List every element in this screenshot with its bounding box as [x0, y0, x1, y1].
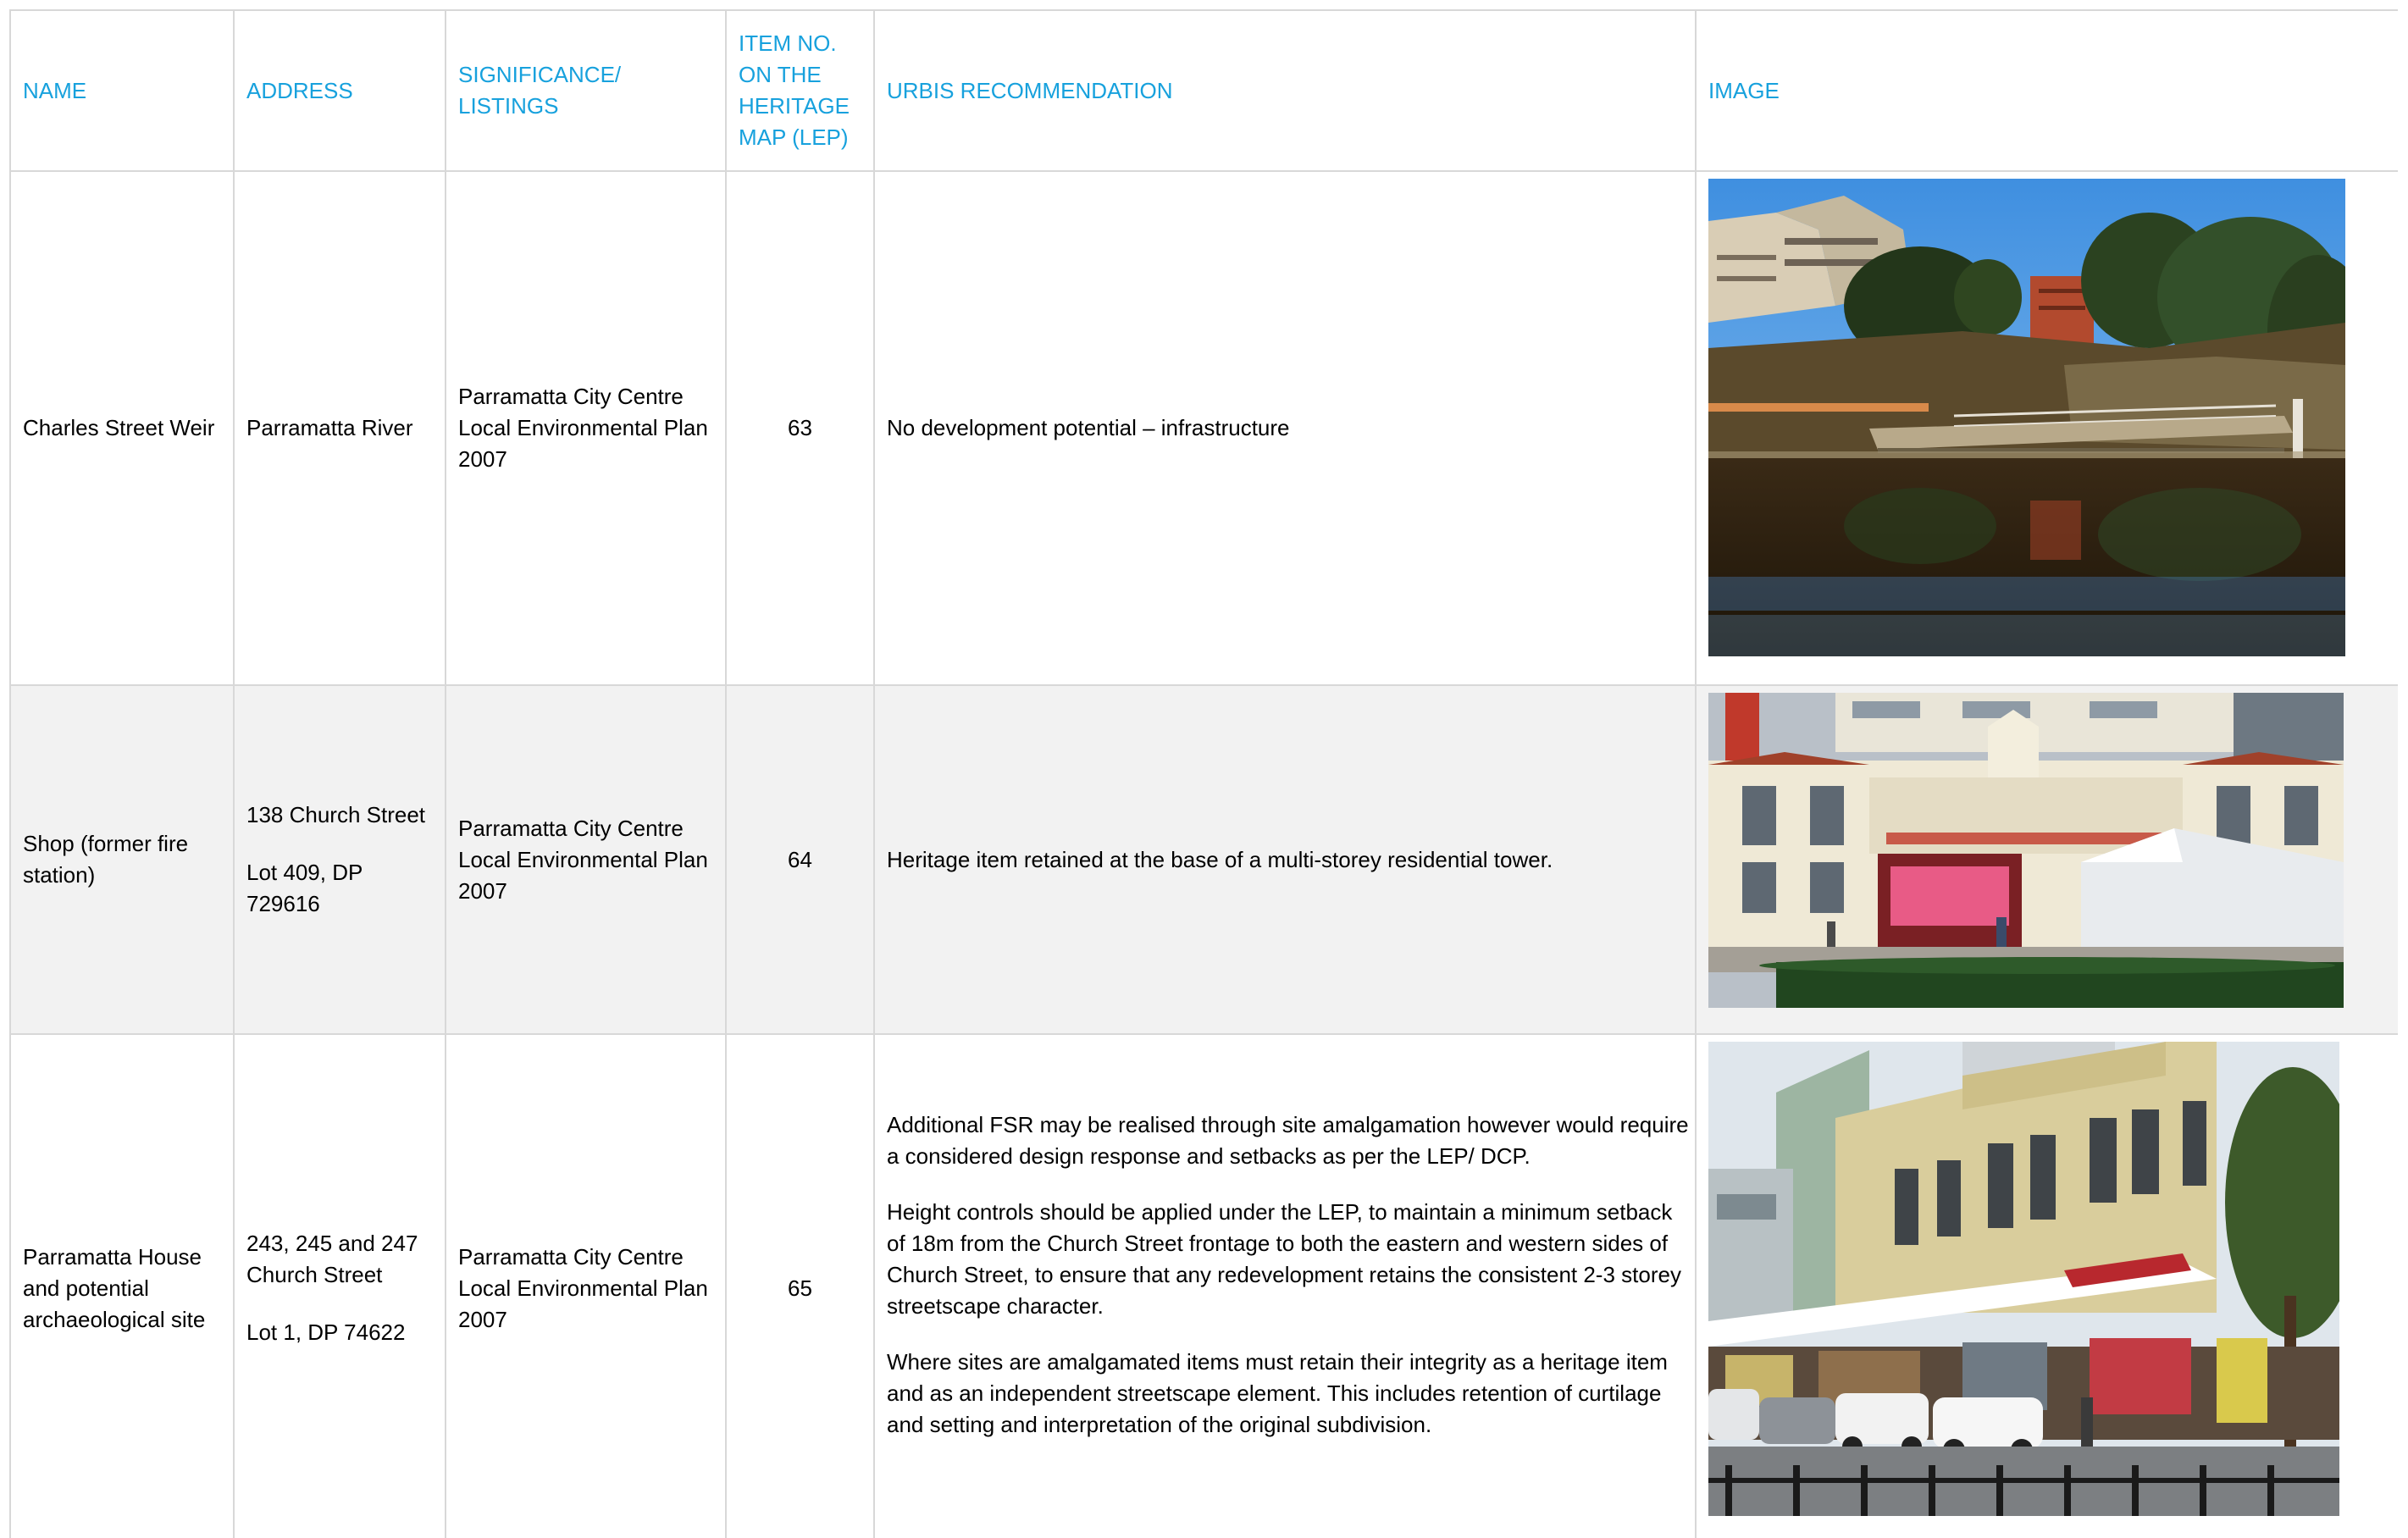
- item-number: 65: [725, 1033, 875, 1538]
- item-recommendation: Heritage item retained at the base of a …: [873, 684, 1697, 1035]
- address-street: 138 Church Street: [246, 802, 426, 827]
- item-number: 64: [725, 684, 875, 1035]
- fire-station-image: [1708, 693, 2344, 1008]
- item-address: Parramatta River: [233, 170, 446, 686]
- item-image-cell: [1695, 1033, 2398, 1538]
- shopfronts-image: [1708, 1042, 2339, 1516]
- table-row: Shop (former fire station) 138 Church St…: [9, 684, 2398, 1035]
- recommendation-paragraph: Additional FSR may be realised through s…: [887, 1112, 1689, 1169]
- header-image: IMAGE: [1695, 9, 2398, 172]
- header-address: ADDRESS: [233, 9, 446, 172]
- address-street: 243, 245 and 247 Church Street: [246, 1231, 418, 1287]
- address-lot: Lot 409, DP 729616: [246, 860, 363, 916]
- header-item-no: ITEM NO. ON THE HERITAGE MAP (LEP): [725, 9, 875, 172]
- header-significance: SIGNIFICANCE/ LISTINGS: [445, 9, 727, 172]
- item-number: 63: [725, 170, 875, 686]
- item-recommendation: Additional FSR may be realised through s…: [873, 1033, 1697, 1538]
- recommendation-paragraph: Height controls should be applied under …: [887, 1199, 1681, 1319]
- table-header-row: NAME ADDRESS SIGNIFICANCE/ LISTINGS ITEM…: [9, 9, 2398, 172]
- former-fire-station-photo: [1708, 693, 2386, 1008]
- item-image-cell: [1695, 684, 2398, 1035]
- table-row: Charles Street Weir Parramatta River Par…: [9, 170, 2398, 686]
- item-image-cell: [1695, 170, 2398, 686]
- item-significance: Parramatta City Centre Local Environment…: [445, 1033, 727, 1538]
- item-address: 243, 245 and 247 Church Street Lot 1, DP…: [233, 1033, 446, 1538]
- recommendation-paragraph: No development potential – infrastructur…: [887, 415, 1290, 440]
- header-recommendation: URBIS RECOMMENDATION: [873, 9, 1697, 172]
- church-street-shopfronts-photo: [1708, 1042, 2386, 1516]
- address-spacer: [246, 1291, 433, 1317]
- item-name: Parramatta House and potential archaeolo…: [9, 1033, 235, 1538]
- item-name: Charles Street Weir: [9, 170, 235, 686]
- item-name: Shop (former fire station): [9, 684, 235, 1035]
- table-row: Parramatta House and potential archaeolo…: [9, 1033, 2398, 1538]
- address-lot: Lot 1, DP 74622: [246, 1319, 406, 1345]
- recommendation-paragraph: Where sites are amalgamated items must r…: [887, 1349, 1668, 1437]
- header-name: NAME: [9, 9, 235, 172]
- item-address: 138 Church Street Lot 409, DP 729616: [233, 684, 446, 1035]
- item-recommendation: No development potential – infrastructur…: [873, 170, 1697, 686]
- recommendation-paragraph: Heritage item retained at the base of a …: [887, 846, 1553, 872]
- address-spacer: [246, 831, 433, 857]
- item-significance: Parramatta City Centre Local Environment…: [445, 684, 727, 1035]
- heritage-schedule-page: NAME ADDRESS SIGNIFICANCE/ LISTINGS ITEM…: [9, 9, 2398, 1538]
- item-significance: Parramatta City Centre Local Environment…: [445, 170, 727, 686]
- weir-river-image: [1708, 179, 2345, 656]
- weir-river-photo: [1708, 179, 2386, 656]
- heritage-items-table: NAME ADDRESS SIGNIFICANCE/ LISTINGS ITEM…: [9, 9, 2398, 1538]
